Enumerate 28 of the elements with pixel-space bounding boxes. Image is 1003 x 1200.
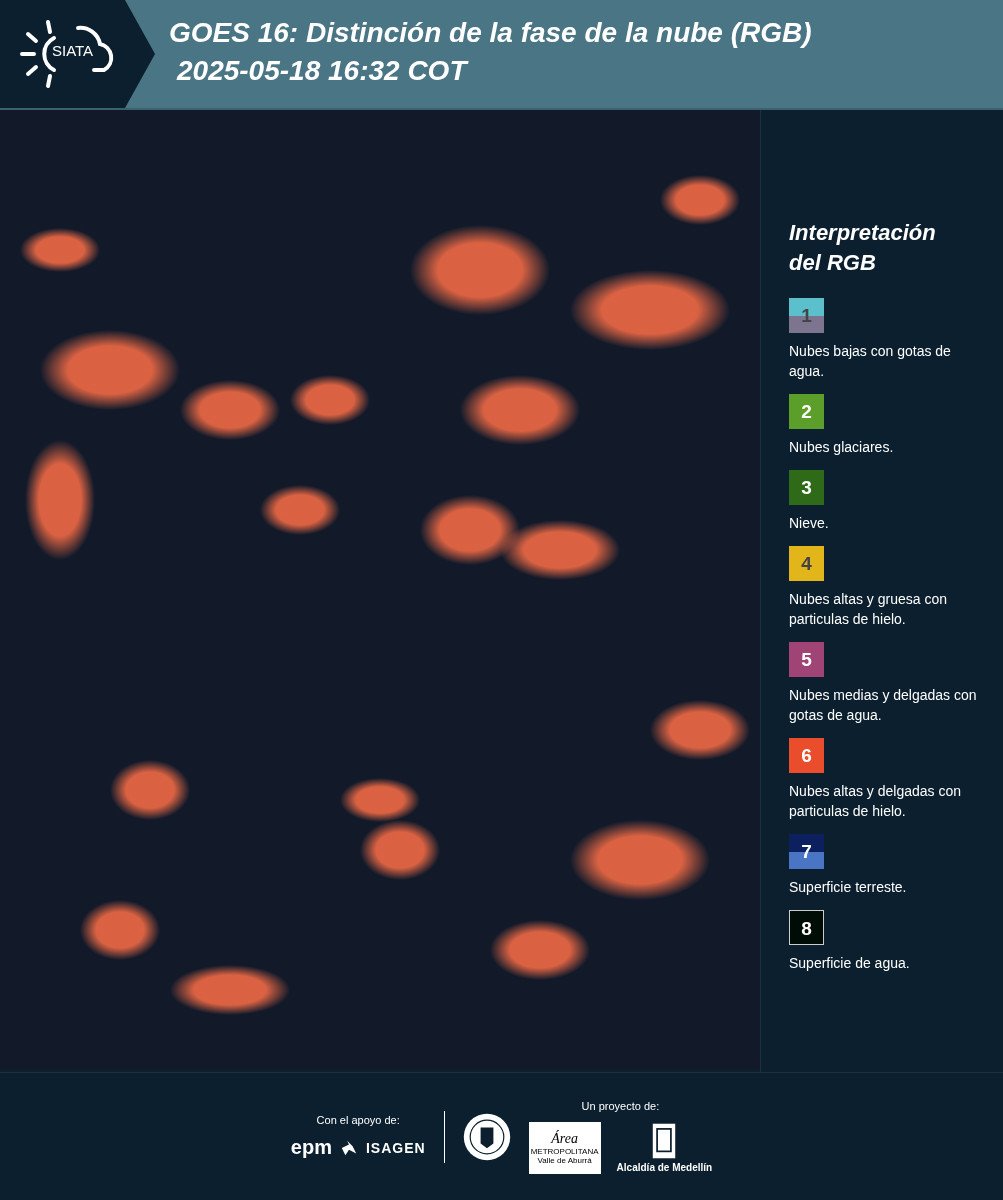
project-label: Un proyecto de: xyxy=(581,1099,660,1112)
legend-label: Nubes altas y gruesa con particulas de hielo. xyxy=(789,590,948,629)
legend-number: 2 xyxy=(800,401,813,422)
legend-label: Nubes medias y delgadas con gotas de agua. xyxy=(789,686,978,725)
legend-label: Nubes glaciares. xyxy=(789,438,895,457)
isagen-logo: ISAGEN xyxy=(365,1139,426,1156)
legend-number: 4 xyxy=(800,553,813,574)
seal-emblem-icon xyxy=(462,1112,511,1161)
legend-label: Nieve. xyxy=(789,514,830,533)
area-metropolitana-logo: Área METROPOLITANA Valle de Aburrá xyxy=(528,1121,601,1174)
page-title: GOES 16: Distinción de la fase de la nube (RGB) xyxy=(169,16,812,50)
legend-label: Superficie de agua. xyxy=(789,954,911,973)
legend-number: 6 xyxy=(800,745,813,766)
legend-number: 7 xyxy=(800,841,813,862)
coat-of-arms-icon xyxy=(651,1122,678,1160)
legend-number: 8 xyxy=(800,918,813,939)
legend-label: Superficie terreste. xyxy=(789,878,908,897)
support-label: Con el apoyo de: xyxy=(316,1114,400,1126)
epm-logo: epm xyxy=(290,1136,332,1159)
legend-label: Nubes bajas con gotas de agua. xyxy=(789,342,952,381)
legend-number: 1 xyxy=(800,305,813,326)
legend-number: 5 xyxy=(800,649,813,670)
legend-title: Interpretación del RGB xyxy=(789,219,937,277)
page-subtitle: 2025-05-18 16:32 COT xyxy=(175,54,470,88)
alcaldia-logo-text: Alcaldía de Medellín xyxy=(616,1162,713,1173)
legend-number: 3 xyxy=(800,477,813,498)
logo-text: SIATA xyxy=(52,42,94,59)
legend-label: Nubes altas y delgadas con particulas de hielo. xyxy=(789,782,962,821)
